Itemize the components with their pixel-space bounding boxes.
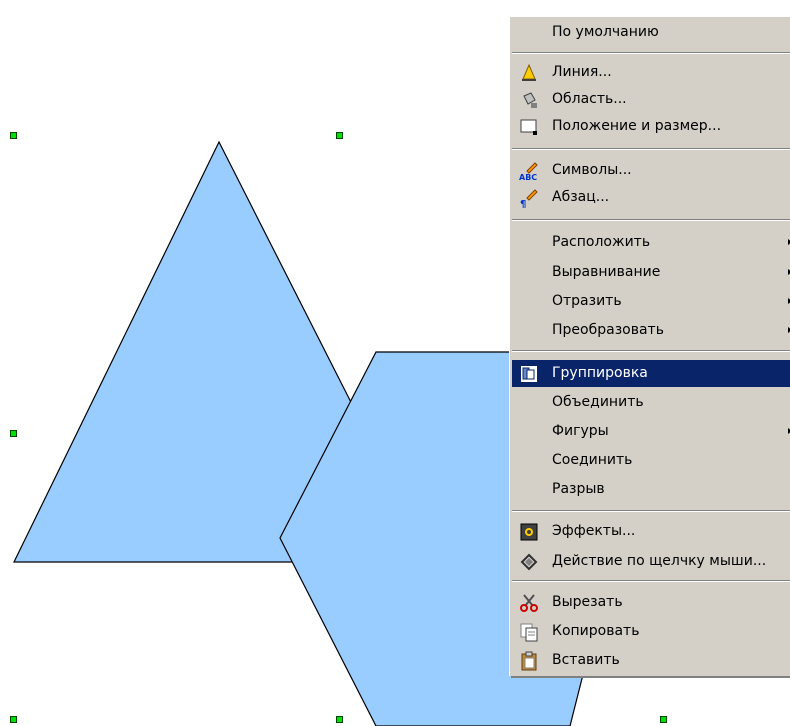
menu-item-cut[interactable]: Вырезать <box>512 589 790 616</box>
svg-text:ABC: ABC <box>519 173 537 181</box>
menu-item-interaction[interactable]: Действие по щелчку мыши... <box>512 548 790 575</box>
group-icon <box>519 364 539 384</box>
menu-item-label: Соединить <box>552 452 633 468</box>
selection-handle-top-left[interactable] <box>10 132 17 139</box>
effects-icon <box>519 522 539 542</box>
menu-item-label: Действие по щелчку мыши... <box>552 553 767 569</box>
characters-icon: ABC <box>519 161 539 182</box>
menu-item-label: Абзац... <box>552 189 610 205</box>
menu-item-characters[interactable]: ABC Символы... <box>512 157 790 184</box>
interaction-icon <box>519 552 539 572</box>
context-menu: По умолчанию Линия... Область... Положен… <box>509 16 790 676</box>
selection-handle-bottom-center[interactable] <box>336 716 343 723</box>
menu-item-label: Символы... <box>552 162 632 178</box>
selection-handle-bottom-right[interactable] <box>660 716 667 723</box>
menu-separator <box>512 510 790 512</box>
menu-item-break[interactable]: Разрыв <box>512 476 790 503</box>
selection-handle-top-center[interactable] <box>336 132 343 139</box>
menu-item-label: Разрыв <box>552 481 605 497</box>
menu-item-connect[interactable]: Соединить <box>512 447 790 474</box>
selection-handle-bottom-left[interactable] <box>10 716 17 723</box>
paste-icon <box>519 651 539 671</box>
menu-item-line[interactable]: Линия... <box>512 59 790 86</box>
menu-separator <box>512 350 790 352</box>
menu-item-position-size[interactable]: Положение и размер... <box>512 113 790 140</box>
menu-item-label: Вставить <box>552 652 620 668</box>
menu-item-label: Копировать <box>552 623 640 639</box>
menu-item-arrange[interactable]: Расположить <box>512 229 790 256</box>
menu-item-label: Объединить <box>552 394 644 410</box>
paragraph-icon: ¶ <box>519 188 539 210</box>
menu-separator <box>512 148 790 150</box>
menu-item-label: Положение и размер... <box>552 118 722 134</box>
menu-item-convert[interactable]: Преобразовать <box>512 317 790 344</box>
menu-item-label: Эффекты... <box>552 523 636 539</box>
position-size-icon <box>519 117 539 137</box>
line-icon <box>519 63 539 83</box>
menu-item-flip[interactable]: Отразить <box>512 288 790 315</box>
menu-item-label: По умолчанию <box>552 24 659 40</box>
menu-item-area[interactable]: Область... <box>512 86 790 113</box>
menu-item-combine[interactable]: Объединить <box>512 389 790 416</box>
menu-item-label: Линия... <box>552 64 612 80</box>
menu-item-group[interactable]: Группировка <box>512 360 790 387</box>
menu-item-alignment[interactable]: Выравнивание <box>512 259 790 286</box>
menu-item-label: Преобразовать <box>552 322 664 338</box>
area-bucket-icon <box>519 90 539 110</box>
menu-separator <box>512 580 790 582</box>
menu-item-label: Расположить <box>552 234 651 250</box>
scissors-icon <box>519 593 539 613</box>
menu-separator <box>512 52 790 54</box>
svg-text:¶: ¶ <box>520 199 526 208</box>
selection-handle-middle-left[interactable] <box>10 430 17 437</box>
menu-item-label: Группировка <box>552 365 648 381</box>
menu-item-label: Выравнивание <box>552 264 661 280</box>
menu-separator <box>512 219 790 221</box>
copy-icon <box>519 622 539 642</box>
menu-item-shapes[interactable]: Фигуры <box>512 418 790 445</box>
menu-item-default[interactable]: По умолчанию <box>512 19 790 46</box>
menu-item-label: Область... <box>552 91 627 107</box>
menu-item-label: Вырезать <box>552 594 623 610</box>
menu-item-paragraph[interactable]: ¶ Абзац... <box>512 184 790 211</box>
menu-item-effects[interactable]: Эффекты... <box>512 518 790 545</box>
menu-item-copy[interactable]: Копировать <box>512 618 790 645</box>
menu-item-label: Отразить <box>552 293 622 309</box>
menu-item-label: Фигуры <box>552 423 609 439</box>
menu-item-paste[interactable]: Вставить <box>512 647 790 674</box>
